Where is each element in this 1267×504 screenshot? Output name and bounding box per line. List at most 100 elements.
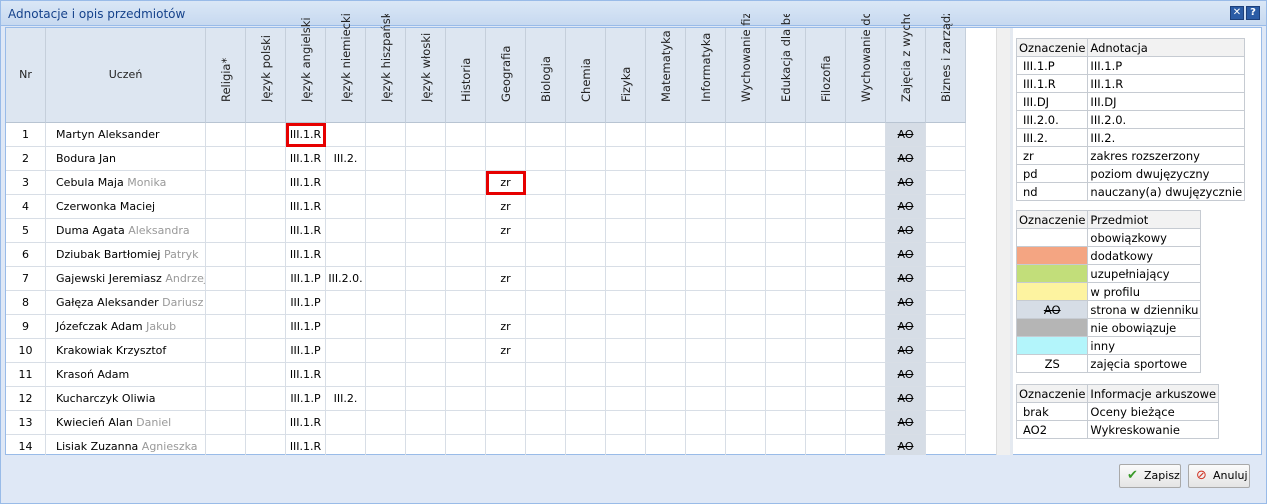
subject-cell[interactable]: III.1.R <box>286 171 326 195</box>
subject-cell[interactable] <box>246 219 286 243</box>
subject-cell[interactable] <box>646 219 686 243</box>
subject-cell[interactable] <box>646 267 686 291</box>
subject-cell[interactable] <box>246 147 286 171</box>
subject-cell[interactable] <box>446 123 486 147</box>
subject-cell[interactable]: III.1.R <box>286 147 326 171</box>
subject-cell[interactable] <box>246 123 286 147</box>
subject-cell[interactable] <box>206 315 246 339</box>
subject-cell[interactable] <box>726 291 766 315</box>
subject-cell[interactable] <box>606 363 646 387</box>
subject-cell[interactable]: zr <box>486 219 526 243</box>
subject-cell[interactable] <box>446 195 486 219</box>
page-in-journal-cell[interactable]: AO <box>886 243 926 267</box>
table-row[interactable]: 13 Kwiecień Alan Daniel III.1.R AO <box>6 411 966 435</box>
header-subject[interactable]: Wychowanie do ż <box>846 14 886 123</box>
header-subject[interactable]: Chemia <box>566 28 606 123</box>
table-row[interactable]: 8 Gałęza Aleksander Dariusz III.1.P AO <box>6 291 966 315</box>
subject-cell[interactable] <box>486 363 526 387</box>
subject-cell[interactable] <box>246 315 286 339</box>
row-student[interactable]: Bodura Jan <box>46 147 206 171</box>
subject-cell[interactable]: III.1.R <box>286 411 326 435</box>
row-student[interactable]: Czerwonka Maciej <box>46 195 206 219</box>
subject-cell[interactable] <box>406 291 446 315</box>
subject-cell[interactable]: III.2. <box>326 387 366 411</box>
subject-cell[interactable] <box>526 147 566 171</box>
subject-cell[interactable] <box>806 219 846 243</box>
subject-cell[interactable]: III.1.R <box>286 243 326 267</box>
table-row[interactable]: 1 Martyn Aleksander III.1.R AO <box>6 123 966 147</box>
header-subject[interactable]: Biologia <box>526 28 566 123</box>
subject-cell[interactable] <box>646 171 686 195</box>
subject-cell[interactable]: III.1.P <box>286 291 326 315</box>
subject-cell[interactable] <box>246 243 286 267</box>
subject-cell[interactable] <box>446 363 486 387</box>
subject-cell[interactable] <box>846 195 886 219</box>
subject-cell[interactable] <box>926 339 966 363</box>
subject-cell[interactable]: III.2.0. <box>326 267 366 291</box>
subject-cell[interactable] <box>246 171 286 195</box>
page-in-journal-cell[interactable]: AO <box>886 267 926 291</box>
subject-cell[interactable] <box>686 219 726 243</box>
subject-cell[interactable] <box>446 387 486 411</box>
header-subject[interactable]: Filozofia <box>806 28 846 123</box>
subject-cell[interactable] <box>726 411 766 435</box>
subject-cell[interactable] <box>686 387 726 411</box>
subject-cell[interactable] <box>606 411 646 435</box>
header-subject[interactable]: Geografia <box>486 28 526 123</box>
subject-cell[interactable] <box>846 291 886 315</box>
subject-cell[interactable] <box>606 291 646 315</box>
subject-cell[interactable] <box>406 387 446 411</box>
subject-cell[interactable] <box>726 171 766 195</box>
subject-cell[interactable] <box>446 171 486 195</box>
subject-cell[interactable] <box>406 339 446 363</box>
subject-cell[interactable] <box>566 363 606 387</box>
subject-cell[interactable] <box>366 243 406 267</box>
subject-cell[interactable]: zr <box>486 339 526 363</box>
subject-cell[interactable] <box>566 171 606 195</box>
header-subject[interactable]: Wychowanie fizyc <box>726 14 766 123</box>
subject-cell[interactable] <box>806 267 846 291</box>
subject-cell[interactable] <box>726 363 766 387</box>
subject-cell[interactable] <box>486 387 526 411</box>
subject-cell[interactable] <box>326 363 366 387</box>
subject-cell[interactable] <box>406 411 446 435</box>
subject-cell[interactable]: III.1.R <box>286 195 326 219</box>
grid-scrollbar[interactable] <box>996 28 1010 456</box>
subject-cell[interactable] <box>806 387 846 411</box>
table-row[interactable]: 11 Krasoń Adam III.1.R AO <box>6 363 966 387</box>
subject-cell[interactable] <box>606 315 646 339</box>
subject-cell[interactable] <box>206 411 246 435</box>
table-row[interactable]: 10 Krakowiak Krzysztof III.1.P zr AO <box>6 339 966 363</box>
subject-cell[interactable] <box>246 267 286 291</box>
subject-cell[interactable] <box>446 339 486 363</box>
subject-cell[interactable] <box>806 243 846 267</box>
subject-cell[interactable] <box>806 171 846 195</box>
subject-cell[interactable] <box>446 411 486 435</box>
subject-cell[interactable] <box>726 267 766 291</box>
subject-cell[interactable] <box>646 315 686 339</box>
subject-cell[interactable] <box>846 315 886 339</box>
subject-cell[interactable] <box>326 411 366 435</box>
subject-cell[interactable]: III.1.R <box>286 219 326 243</box>
subject-cell[interactable] <box>526 339 566 363</box>
subject-cell[interactable] <box>646 195 686 219</box>
subject-cell[interactable] <box>366 411 406 435</box>
subject-cell[interactable] <box>926 195 966 219</box>
subject-cell[interactable] <box>646 387 686 411</box>
subject-cell[interactable]: zr <box>486 315 526 339</box>
subject-cell[interactable] <box>566 315 606 339</box>
subject-cell[interactable] <box>206 267 246 291</box>
subject-cell[interactable] <box>526 123 566 147</box>
header-subject[interactable]: Historia <box>446 28 486 123</box>
subject-cell[interactable] <box>606 219 646 243</box>
subject-cell[interactable] <box>806 291 846 315</box>
subject-cell[interactable] <box>606 171 646 195</box>
subject-cell[interactable] <box>926 123 966 147</box>
subject-cell[interactable] <box>686 243 726 267</box>
subject-cell[interactable] <box>926 291 966 315</box>
subject-cell[interactable] <box>326 315 366 339</box>
subject-cell[interactable] <box>566 147 606 171</box>
subject-cell[interactable] <box>846 363 886 387</box>
header-subject[interactable]: Język włoski <box>406 28 446 123</box>
subject-cell[interactable] <box>606 123 646 147</box>
